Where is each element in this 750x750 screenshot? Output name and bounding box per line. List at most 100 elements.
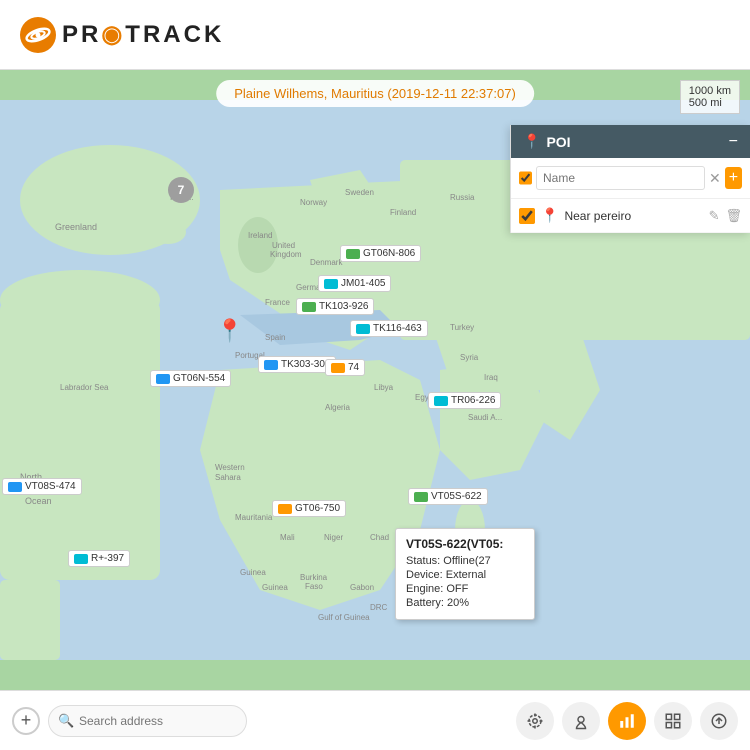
poi-header-left: 📍 POI (523, 133, 571, 150)
svg-text:Algeria: Algeria (325, 403, 350, 412)
svg-text:Ireland: Ireland (248, 231, 272, 240)
grid-button[interactable] (654, 702, 692, 740)
poi-panel-header: 📍 POI − (511, 125, 750, 158)
vehicle-popup: VT05S-622(VT05: Status: Offline(27 Devic… (395, 528, 535, 620)
map-pin[interactable]: 📍 (216, 318, 243, 344)
location-datetime: (2019-12-11 22:37:07) (387, 86, 515, 101)
svg-text:Faso: Faso (305, 582, 323, 591)
svg-text:Mauritania: Mauritania (235, 513, 273, 522)
iceland-cluster[interactable]: 7 (168, 177, 194, 203)
svg-text:Iraq: Iraq (484, 373, 498, 382)
vehicle-icon (278, 504, 292, 514)
vehicle-icon (74, 554, 88, 564)
vehicle-icon (324, 279, 338, 289)
poi-item-name: Near pereiro (564, 209, 702, 223)
location-icon (526, 712, 544, 730)
poi-search-input[interactable] (536, 166, 705, 190)
svg-text:Chad: Chad (370, 533, 389, 542)
poi-item-edit-button[interactable]: ✎ (709, 208, 720, 224)
svg-text:Gulf of Guinea: Gulf of Guinea (318, 613, 370, 622)
poi-add-button[interactable]: + (725, 167, 742, 189)
vehicle-icon (264, 360, 278, 370)
svg-text:Ocean: Ocean (25, 496, 52, 506)
svg-text:Greenland: Greenland (55, 222, 97, 232)
grid-icon (664, 712, 682, 730)
upload-button[interactable] (700, 702, 738, 740)
vehicle-GT06N-554[interactable]: GT06N-554 (150, 370, 231, 387)
vehicle-JM01-405[interactable]: JM01-405 (318, 275, 391, 292)
vehicle-GT06N-806[interactable]: GT06N-806 (340, 245, 421, 262)
search-input[interactable] (48, 705, 247, 737)
location-banner: Plaine Wilhems, Mauritius (2019-12-11 22… (216, 80, 534, 107)
cluster-button[interactable] (562, 702, 600, 740)
popup-device: Device: External (406, 569, 524, 581)
popup-battery: Battery: 20% (406, 597, 524, 609)
vehicle-icon (346, 249, 360, 259)
scale-indicator: 1000 km 500 mi (680, 80, 740, 114)
svg-text:Niger: Niger (324, 533, 343, 542)
vehicle-VT08S-474[interactable]: VT08S-474 (2, 478, 82, 495)
popup-title: VT05S-622(VT05: (406, 537, 524, 551)
zoom-plus-button[interactable]: + (12, 707, 40, 735)
svg-text:Mali: Mali (280, 533, 295, 542)
vehicle-icon (156, 374, 170, 384)
upload-icon (710, 712, 728, 730)
vehicle-icon (302, 302, 316, 312)
poi-search-row: ✕ + (511, 158, 750, 199)
location-button[interactable] (516, 702, 554, 740)
popup-engine: Engine: OFF (406, 583, 524, 595)
svg-text:United: United (272, 241, 295, 250)
vehicle-icon (434, 396, 448, 406)
svg-text:Burkina: Burkina (300, 573, 328, 582)
poi-minimize-button[interactable]: − (729, 134, 738, 150)
svg-text:Guinea: Guinea (262, 583, 288, 592)
svg-text:Denmark: Denmark (310, 258, 343, 267)
stats-icon (618, 712, 636, 730)
svg-text:Sweden: Sweden (345, 188, 374, 197)
search-wrapper: 🔍 (48, 705, 248, 737)
vehicle-GT06-750[interactable]: GT06-750 (272, 500, 346, 517)
logo-icon (20, 17, 56, 53)
stats-button[interactable] (608, 702, 646, 740)
svg-text:Turkey: Turkey (450, 323, 474, 332)
vehicle-TR06-226[interactable]: TR06-226 (428, 392, 501, 409)
vehicle-extra[interactable]: 74 (325, 359, 365, 376)
svg-text:Spain: Spain (265, 333, 285, 342)
poi-title: POI (546, 134, 570, 150)
svg-text:Kingdom: Kingdom (270, 250, 302, 259)
brand-name: PR◉TRACK (62, 20, 224, 49)
vehicle-R-397[interactable]: R+-397 (68, 550, 130, 567)
location-text: Plaine Wilhems, Mauritius (234, 86, 384, 101)
app-header: PR◉TRACK (0, 0, 750, 70)
poi-location-icon: 📍 (523, 133, 540, 150)
poi-search-clear-button[interactable]: ✕ (709, 170, 721, 187)
vehicle-TK116-463[interactable]: TK116-463 (350, 320, 428, 337)
svg-text:DRC: DRC (370, 603, 388, 612)
poi-item-checkbox[interactable] (519, 208, 535, 224)
map-container: Greenland Labrador Sea North Atlantic Oc… (0, 70, 750, 690)
svg-text:Syria: Syria (460, 353, 479, 362)
svg-text:Russia: Russia (450, 193, 475, 202)
svg-text:Sahara: Sahara (215, 473, 241, 482)
svg-text:France: France (265, 298, 290, 307)
vehicle-icon (414, 492, 428, 502)
svg-text:Western: Western (215, 463, 245, 472)
vehicle-VT05S-622[interactable]: VT05S-622 (408, 488, 488, 505)
scale-mi: 500 mi (689, 97, 731, 109)
svg-text:Saudi A...: Saudi A... (468, 413, 502, 422)
bottom-toolbar: + 🔍 (0, 690, 750, 750)
poi-list-item: 📍 Near pereiro ✎ 🗑 (511, 199, 750, 233)
popup-status: Status: Offline(27 (406, 555, 524, 567)
poi-panel: 📍 POI − ✕ + 📍 Near pereiro ✎ 🗑 (510, 125, 750, 233)
poi-item-icon: 📍 (541, 207, 558, 224)
poi-item-delete-button[interactable]: 🗑 (725, 208, 742, 224)
svg-text:Labrador Sea: Labrador Sea (60, 383, 109, 392)
svg-text:Gabon: Gabon (350, 583, 374, 592)
vehicle-icon (356, 324, 370, 334)
logo-area: PR◉TRACK (20, 17, 224, 53)
svg-text:Guinea: Guinea (240, 568, 266, 577)
vehicle-TK103-926[interactable]: TK103-926 (296, 298, 374, 315)
svg-text:Finland: Finland (390, 208, 416, 217)
svg-text:Norway: Norway (300, 198, 327, 207)
poi-all-checkbox[interactable] (519, 170, 532, 186)
